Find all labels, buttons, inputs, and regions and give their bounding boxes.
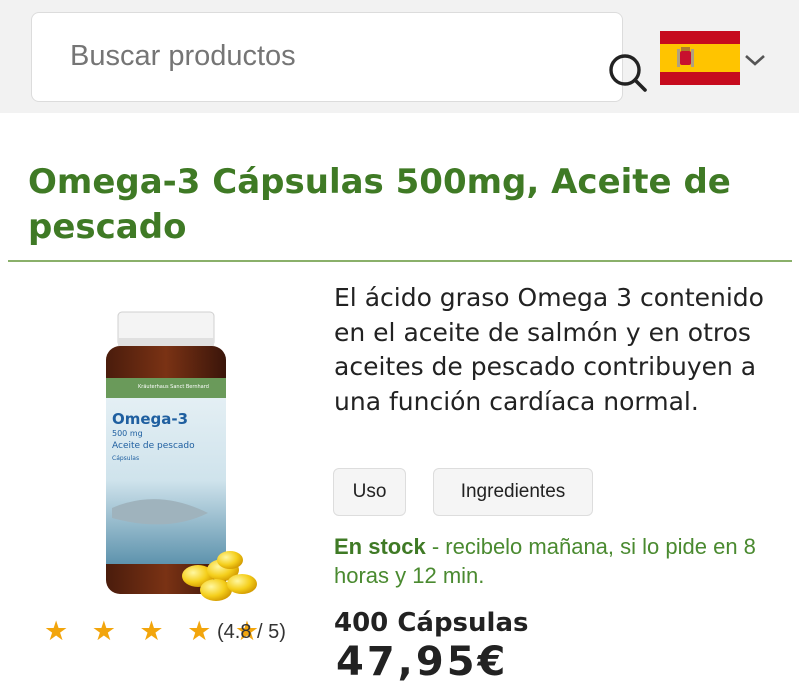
tab-ingredientes[interactable]: Ingredientes: [433, 468, 593, 516]
stock-status: En stock: [334, 534, 426, 559]
price: 47,95€: [336, 639, 509, 685]
spain-flag-icon[interactable]: [660, 31, 740, 85]
product-image[interactable]: Kräuterhaus Sanct Bernhard Omega-3 500 m…: [98, 308, 263, 608]
rating-text: (4.8 / 5): [217, 621, 286, 643]
chevron-down-icon[interactable]: [744, 52, 766, 68]
search-icon[interactable]: [606, 51, 648, 93]
search-box[interactable]: Buscar productos: [31, 12, 647, 102]
label-subtitle: Aceite de pescado: [112, 441, 195, 451]
label-name: Omega-3: [112, 410, 188, 428]
brand-text: Kräuterhaus Sanct Bernhard: [138, 384, 209, 390]
quantity-label: 400 Cápsulas: [334, 608, 529, 638]
label-dose: 500 mg: [112, 429, 143, 438]
top-bar: Buscar productos: [0, 0, 799, 113]
title-divider: [8, 260, 792, 262]
stock-info: En stock - recibelo mañana, si lo pide e…: [334, 532, 784, 590]
product-title: Omega-3 Cápsulas 500mg, Aceite de pescad…: [28, 162, 731, 247]
label-type: Cápsulas: [112, 455, 139, 462]
product-description: El ácido graso Omega 3 contenido en el a…: [334, 283, 764, 416]
search-input[interactable]: Buscar productos: [70, 40, 296, 73]
tab-uso[interactable]: Uso: [333, 468, 406, 516]
